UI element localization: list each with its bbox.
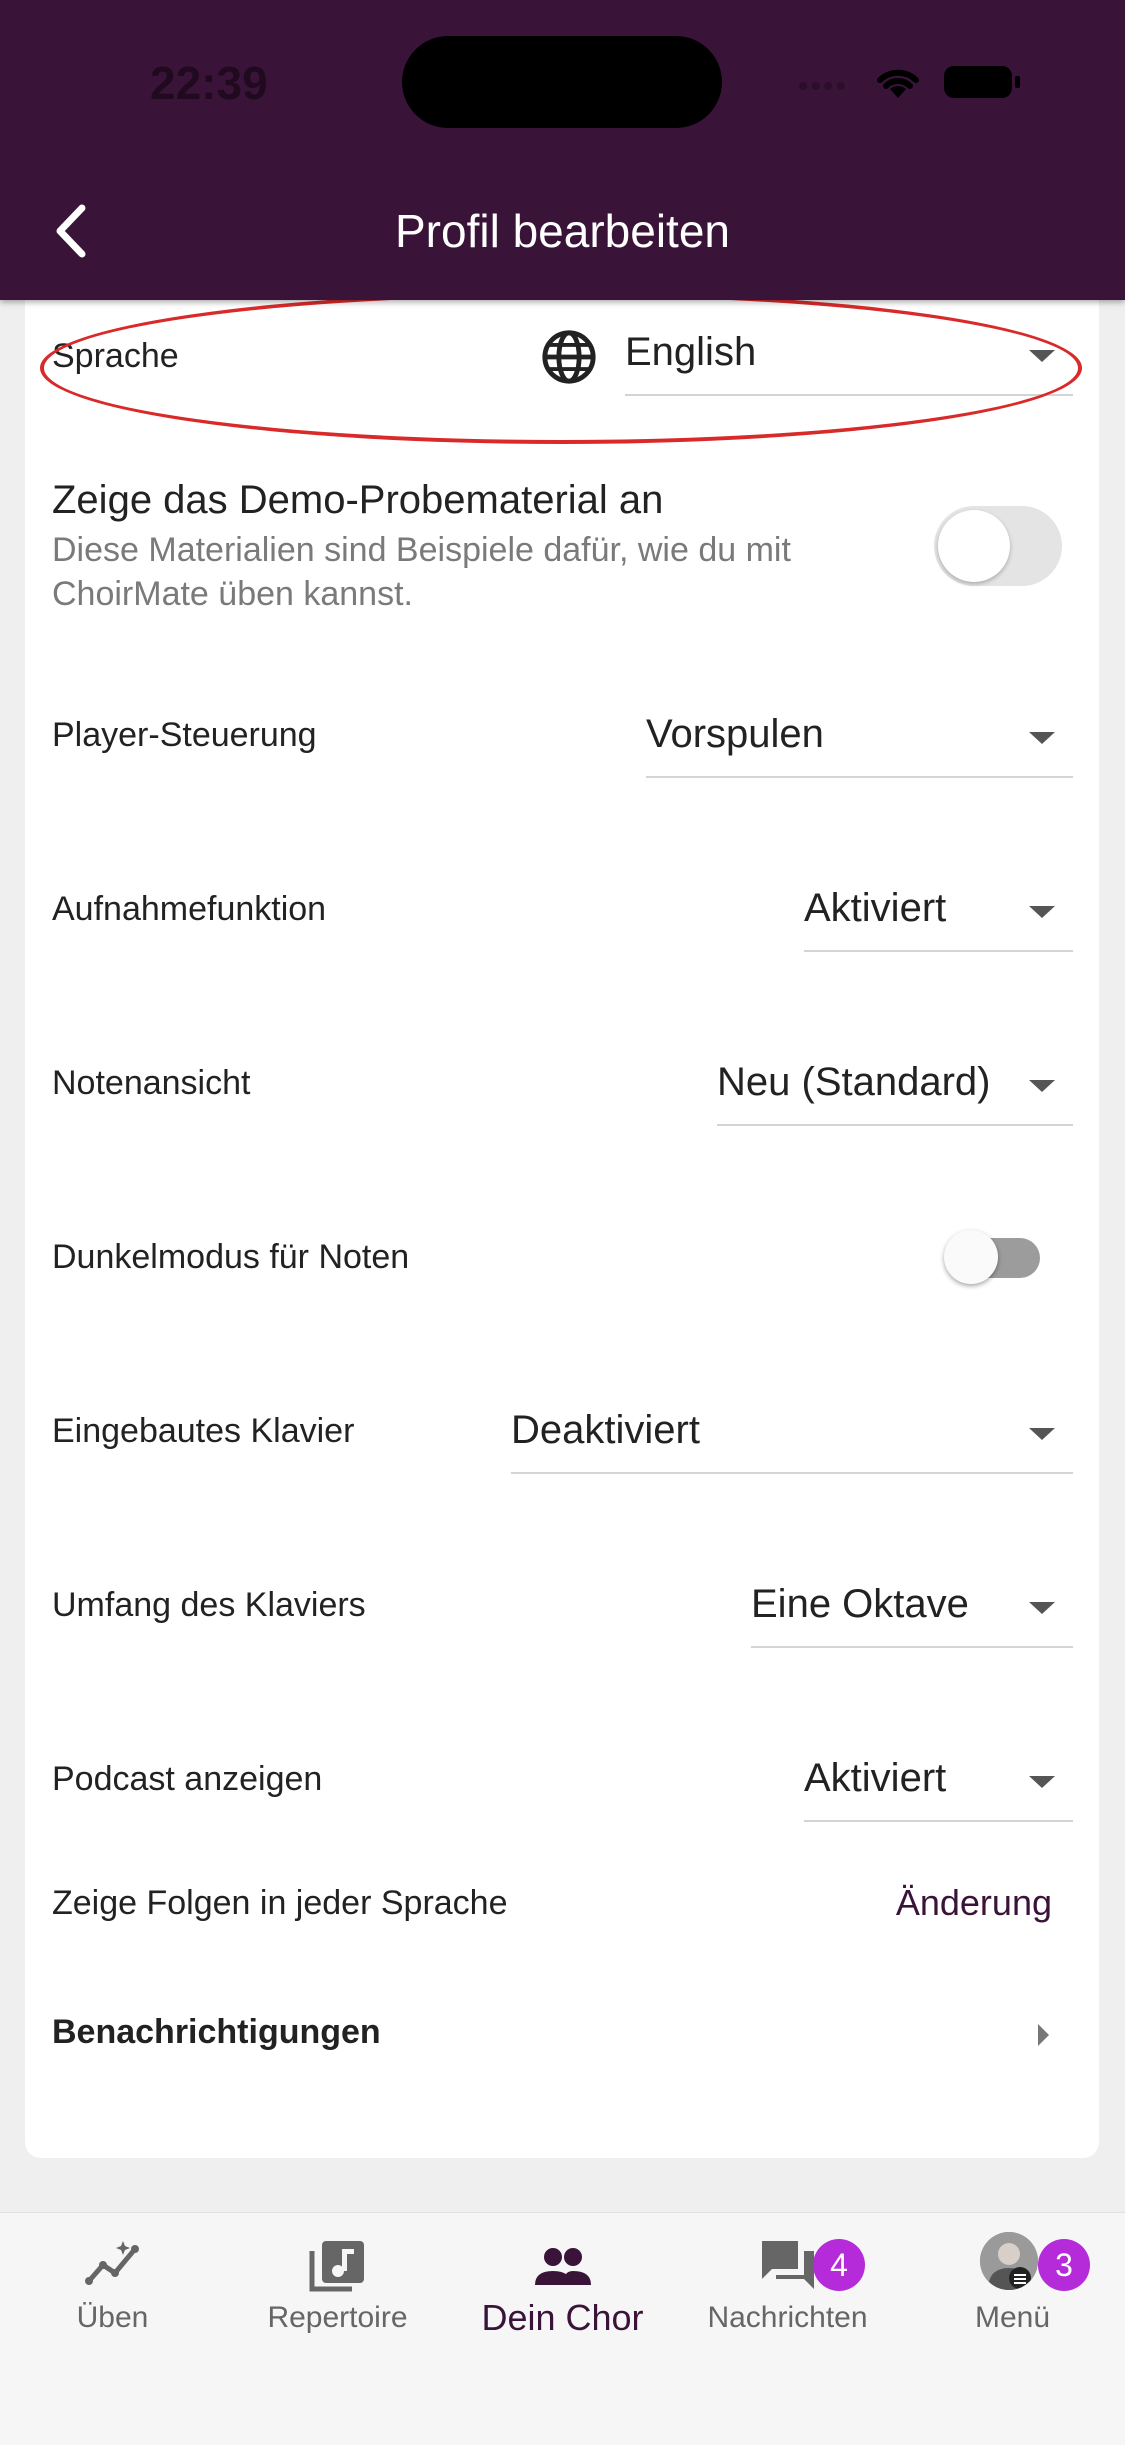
nav-label: Dein Chor	[481, 2297, 644, 2338]
dark-mode-toggle[interactable]	[944, 1230, 1040, 1284]
recording-value: Aktiviert	[804, 886, 947, 930]
player-control-value: Vorspulen	[646, 712, 824, 756]
dynamic-island	[402, 36, 722, 128]
nav-label: Üben	[76, 2301, 149, 2334]
status-time: 22:39	[150, 57, 268, 109]
episodes-label: Zeige Folgen in jeder Sprache	[52, 1884, 508, 1922]
menu-badge: 3	[1038, 2239, 1090, 2291]
avatar-icon[interactable]	[980, 2232, 1038, 2290]
bottom-navigation: Üben Repertoire Dein Chor Nachrichten 4 …	[0, 2212, 1125, 2445]
nav-label: Repertoire	[267, 2301, 408, 2334]
chevron-down-icon	[1029, 1602, 1055, 1614]
nav-choir[interactable]: Dein Chor	[450, 2213, 675, 2393]
globe-icon	[542, 330, 596, 384]
nav-label: Nachrichten	[707, 2301, 868, 2334]
avatar-image	[980, 2232, 1038, 2290]
language-value: English	[625, 330, 757, 374]
messages-badge: 4	[813, 2239, 865, 2291]
podcast-dropdown[interactable]: Aktiviert	[804, 1748, 1073, 1822]
chevron-down-icon	[1029, 732, 1055, 744]
score-view-label: Notenansicht	[52, 1064, 251, 1102]
piano-dropdown[interactable]: Deaktiviert	[511, 1400, 1073, 1474]
practice-icon	[84, 2241, 139, 2285]
chevron-down-icon	[1029, 1428, 1055, 1440]
recording-label: Aufnahmefunktion	[52, 890, 327, 928]
piano-range-dropdown[interactable]: Eine Oktave	[751, 1574, 1073, 1648]
wifi-icon	[877, 69, 919, 98]
group-icon	[534, 2248, 591, 2285]
score-view-value: Neu (Standard)	[717, 1060, 991, 1104]
chat-icon	[761, 2241, 814, 2289]
nav-messages[interactable]: Nachrichten 4	[675, 2213, 900, 2393]
podcast-value: Aktiviert	[804, 1756, 947, 1800]
toggle-knob	[944, 1230, 998, 1284]
battery-icon	[944, 66, 1020, 98]
language-dropdown[interactable]: English	[625, 322, 1073, 396]
demo-material-title: Zeige das Demo-Probematerial an	[52, 478, 664, 522]
toggle-knob	[938, 510, 1010, 582]
demo-material-description: Diese Materialien sind Beispiele dafür, …	[52, 531, 791, 613]
chevron-down-icon	[1029, 906, 1055, 918]
player-control-dropdown[interactable]: Vorspulen	[646, 704, 1073, 778]
notifications-label[interactable]: Benachrichtigungen	[52, 2013, 381, 2052]
score-view-dropdown[interactable]: Neu (Standard)	[717, 1052, 1073, 1126]
player-control-label: Player-Steuerung	[52, 716, 317, 754]
piano-label: Eingebautes Klavier	[52, 1412, 355, 1450]
chevron-down-icon	[1029, 1776, 1055, 1788]
nav-label: Menü	[974, 2301, 1051, 2334]
podcast-label: Podcast anzeigen	[52, 1760, 323, 1798]
piano-range-label: Umfang des Klaviers	[52, 1586, 366, 1624]
page-title: Profil bearbeiten	[395, 205, 730, 257]
music-note-icon	[309, 2241, 364, 2292]
chevron-down-icon	[1029, 1080, 1055, 1092]
change-button[interactable]: Änderung	[896, 1882, 1052, 1924]
piano-value: Deaktiviert	[511, 1408, 700, 1452]
nav-practice[interactable]: Üben	[0, 2213, 225, 2393]
signal-dots: ••••	[798, 70, 849, 103]
language-label: Sprache	[52, 337, 179, 375]
demo-material-toggle[interactable]	[934, 506, 1062, 586]
dark-mode-label: Dunkelmodus für Noten	[52, 1238, 410, 1276]
app-bar: 22:39 •••• Profil bearbeiten	[0, 0, 1125, 300]
nav-repertoire[interactable]: Repertoire	[225, 2213, 450, 2393]
recording-dropdown[interactable]: Aktiviert	[804, 878, 1073, 952]
chevron-down-icon	[1029, 350, 1055, 362]
chevron-right-icon[interactable]	[1038, 2024, 1049, 2046]
piano-range-value: Eine Oktave	[751, 1582, 969, 1626]
